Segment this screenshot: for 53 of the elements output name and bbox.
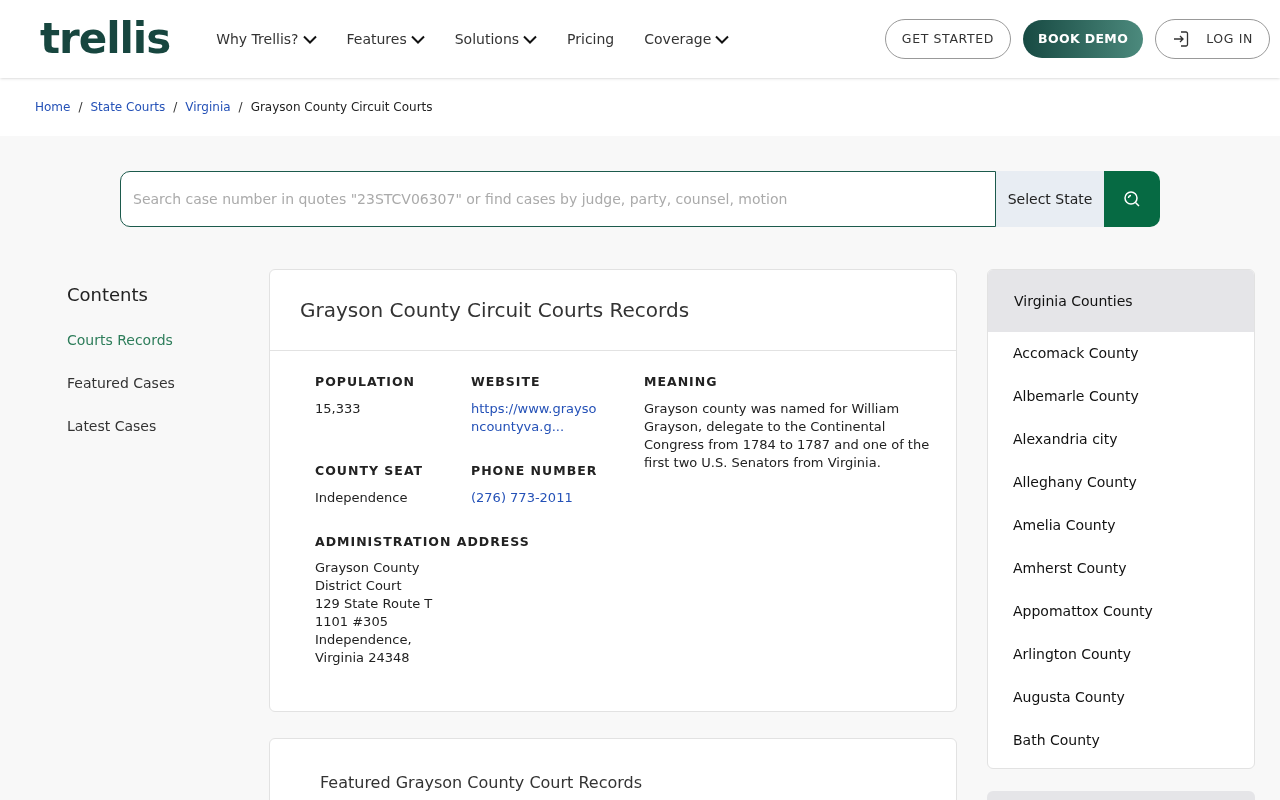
field-label: ADMINISTRATION ADDRESS <box>315 532 531 551</box>
contents-link[interactable]: Featured Cases <box>67 373 269 394</box>
county-link[interactable]: Bath County <box>1013 730 1100 751</box>
breadcrumb-link[interactable]: Virginia <box>185 98 231 116</box>
breadcrumb-link[interactable]: State Courts <box>90 98 166 116</box>
card-title: Grayson County Circuit Courts Records <box>300 297 690 324</box>
county-link[interactable]: Accomack County <box>1013 343 1139 364</box>
field-label: MEANING <box>644 373 719 391</box>
contents-link[interactable]: Latest Cases <box>67 416 269 437</box>
county-link[interactable]: Appomattox County <box>1013 601 1153 622</box>
field-link[interactable]: (276) 773-2011 <box>471 488 601 507</box>
address-text: Grayson County District Court 129 State Route T 1101 #305 Independence, Virginia 24348 <box>315 559 434 668</box>
contents-link[interactable]: Courts Records <box>67 330 269 351</box>
county-link[interactable]: Alleghany County <box>1013 472 1137 493</box>
chevron-down-icon <box>523 34 538 44</box>
county-link[interactable]: Augusta County <box>1013 687 1125 708</box>
chevron-down-icon <box>410 34 425 44</box>
breadcrumb-current: Grayson County Circuit Courts <box>250 99 433 116</box>
field-value: Independence <box>315 488 409 507</box>
field-label: COUNTY SEAT <box>315 461 425 480</box>
county-link[interactable]: Amherst County <box>1013 558 1127 579</box>
nav-link[interactable]: Features <box>346 28 425 50</box>
login-icon <box>1172 30 1191 48</box>
search-button[interactable] <box>1104 171 1160 227</box>
book-demo-button[interactable]: BOOK DEMO <box>1023 20 1144 58</box>
meaning-text: Grayson county was named for William Grayson, delegate to the Continental Congress from 1784 to 1787 and one of the first two U.S. Senators from Virginia. <box>644 399 931 472</box>
county-link[interactable]: Albemarle County <box>1013 386 1139 407</box>
field-link[interactable]: https://www.graysoncountyva.g... <box>471 399 601 436</box>
nav-link[interactable]: Solutions <box>454 28 538 50</box>
field-label: WEBSITE <box>471 373 542 391</box>
breadcrumb-separator: / <box>238 99 243 116</box>
search-icon <box>1123 190 1141 208</box>
field-label: POPULATION <box>315 373 417 391</box>
chevron-down-icon <box>302 34 317 44</box>
nav-link[interactable]: Pricing <box>567 28 615 50</box>
card-title: Featured Grayson County Court Records <box>320 772 644 795</box>
breadcrumb-separator: / <box>78 99 83 116</box>
county-link[interactable]: Amelia County <box>1013 515 1116 536</box>
nav-link[interactable]: Coverage <box>644 28 730 50</box>
login-button[interactable]: LOG IN <box>1155 19 1270 59</box>
field-value: 15,333 <box>315 399 362 418</box>
county-link[interactable]: Arlington County <box>1013 644 1132 665</box>
field-label: PHONE NUMBER <box>471 461 599 480</box>
breadcrumb-link[interactable]: Home <box>35 98 71 116</box>
contents-heading: Contents <box>67 283 149 307</box>
state-select[interactable]: Select State <box>996 171 1104 227</box>
get-started-button[interactable]: GET STARTED <box>884 19 1011 59</box>
panel-title: Virginia Counties <box>1014 291 1133 311</box>
nav-link[interactable]: Why Trellis? <box>216 28 317 50</box>
trellis-logo[interactable]: trellis <box>40 18 171 60</box>
breadcrumb-separator: / <box>173 99 178 116</box>
chevron-down-icon <box>715 34 730 44</box>
county-link[interactable]: Alexandria city <box>1013 429 1118 450</box>
